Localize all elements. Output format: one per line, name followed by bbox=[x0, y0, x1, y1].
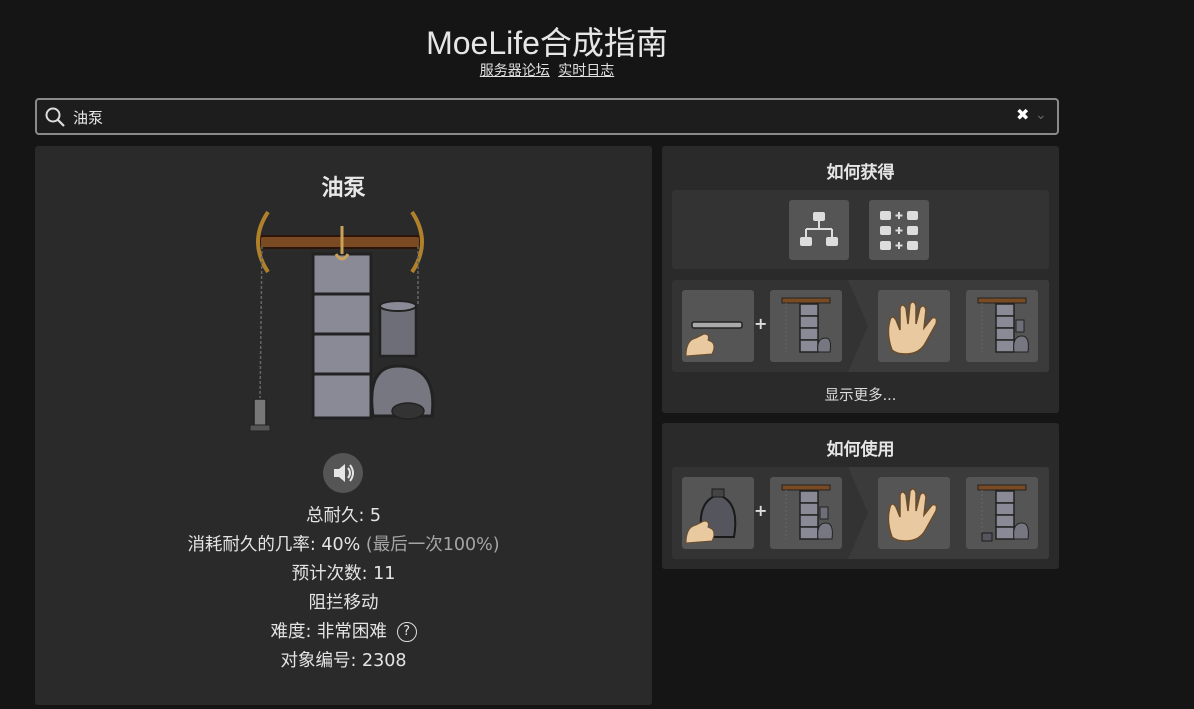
tree-view-button[interactable] bbox=[789, 200, 849, 260]
how-to-use-title: 如何使用 bbox=[826, 440, 895, 460]
oil-pump-icon bbox=[977, 297, 1029, 353]
wear-chance-last: (最后一次100%) bbox=[365, 535, 500, 555]
grid-view-icon bbox=[880, 211, 918, 250]
chevron-down-icon[interactable]: ⌄ bbox=[1035, 107, 1047, 123]
oil-pump-icon bbox=[781, 484, 833, 540]
object-id: 对象编号: 2308 bbox=[280, 651, 407, 671]
pipe-item-icon bbox=[685, 321, 743, 357]
search-bar[interactable]: ✖ ⌄ bbox=[35, 98, 1059, 135]
object-name: 油泵 bbox=[321, 176, 366, 201]
speaker-icon bbox=[334, 464, 354, 482]
hand-icon bbox=[887, 301, 938, 355]
ingredient-tank-slot[interactable] bbox=[682, 477, 754, 549]
play-sound-button[interactable] bbox=[323, 453, 363, 493]
how-to-obtain-title: 如何获得 bbox=[826, 163, 895, 183]
plus-sign: + bbox=[754, 501, 768, 520]
oil-pump-image bbox=[249, 210, 435, 432]
result-hand-slot[interactable] bbox=[878, 290, 950, 362]
result-hand-slot[interactable] bbox=[878, 477, 950, 549]
wear-chance-value: 消耗耐久的几率: 40% bbox=[187, 535, 361, 555]
estimated-uses: 预计次数: 11 bbox=[291, 564, 396, 584]
show-more-link[interactable]: 显示更多... bbox=[662, 384, 1059, 405]
how-to-use-panel: 如何使用 + bbox=[662, 423, 1059, 569]
plus-sign: + bbox=[754, 314, 768, 333]
app-root: MoeLife合成指南 服务器论坛 实时日志 ✖ ⌄ 油泵 bbox=[0, 0, 1194, 709]
search-icon bbox=[45, 107, 65, 127]
difficulty-value: 难度: 非常困难 bbox=[270, 622, 387, 642]
ingredient-pipe-slot[interactable] bbox=[682, 290, 754, 362]
grid-view-button[interactable] bbox=[869, 200, 929, 260]
tree-view-icon bbox=[800, 212, 838, 246]
wear-chance: 消耗耐久的几率: 40% (最后一次100%) bbox=[35, 531, 652, 560]
hand-icon bbox=[887, 488, 938, 542]
ingredient-pump-frame-slot[interactable] bbox=[770, 290, 842, 362]
tank-item-icon bbox=[685, 488, 737, 544]
forum-link[interactable]: 服务器论坛 bbox=[480, 63, 550, 79]
blocks-movement: 阻拦移动 bbox=[308, 593, 379, 613]
total-durability: 总耐久: 5 bbox=[305, 506, 382, 526]
view-mode-selector bbox=[672, 190, 1049, 269]
result-oil-pump-slot[interactable] bbox=[966, 290, 1038, 362]
pump-frame-icon bbox=[781, 297, 831, 353]
oil-pump-with-tank-icon bbox=[977, 484, 1029, 542]
use-recipe: + bbox=[672, 467, 1049, 559]
live-log-link[interactable]: 实时日志 bbox=[558, 63, 614, 79]
ingredient-oil-pump-slot[interactable] bbox=[770, 477, 842, 549]
difficulty: 难度: 非常困难 ? bbox=[35, 618, 652, 647]
how-to-obtain-panel: 如何获得 + 显示更多... bbox=[662, 146, 1059, 413]
obtain-recipe: + bbox=[672, 280, 1049, 372]
search-input[interactable] bbox=[73, 106, 973, 128]
header-links: 服务器论坛 实时日志 bbox=[0, 60, 1094, 80]
object-properties: 总耐久: 5 消耗耐久的几率: 40% (最后一次100%) 预计次数: 11 … bbox=[35, 502, 652, 676]
clear-icon[interactable]: ✖ bbox=[1016, 105, 1029, 124]
page-title: MoeLife合成指南 bbox=[426, 25, 668, 61]
help-icon[interactable]: ? bbox=[396, 622, 417, 642]
object-detail-panel: 油泵 总耐久: 5 消耗耐久的几率: 40% (最后一次100%) 预计次数: … bbox=[35, 146, 652, 705]
result-filled-pump-slot[interactable] bbox=[966, 477, 1038, 549]
